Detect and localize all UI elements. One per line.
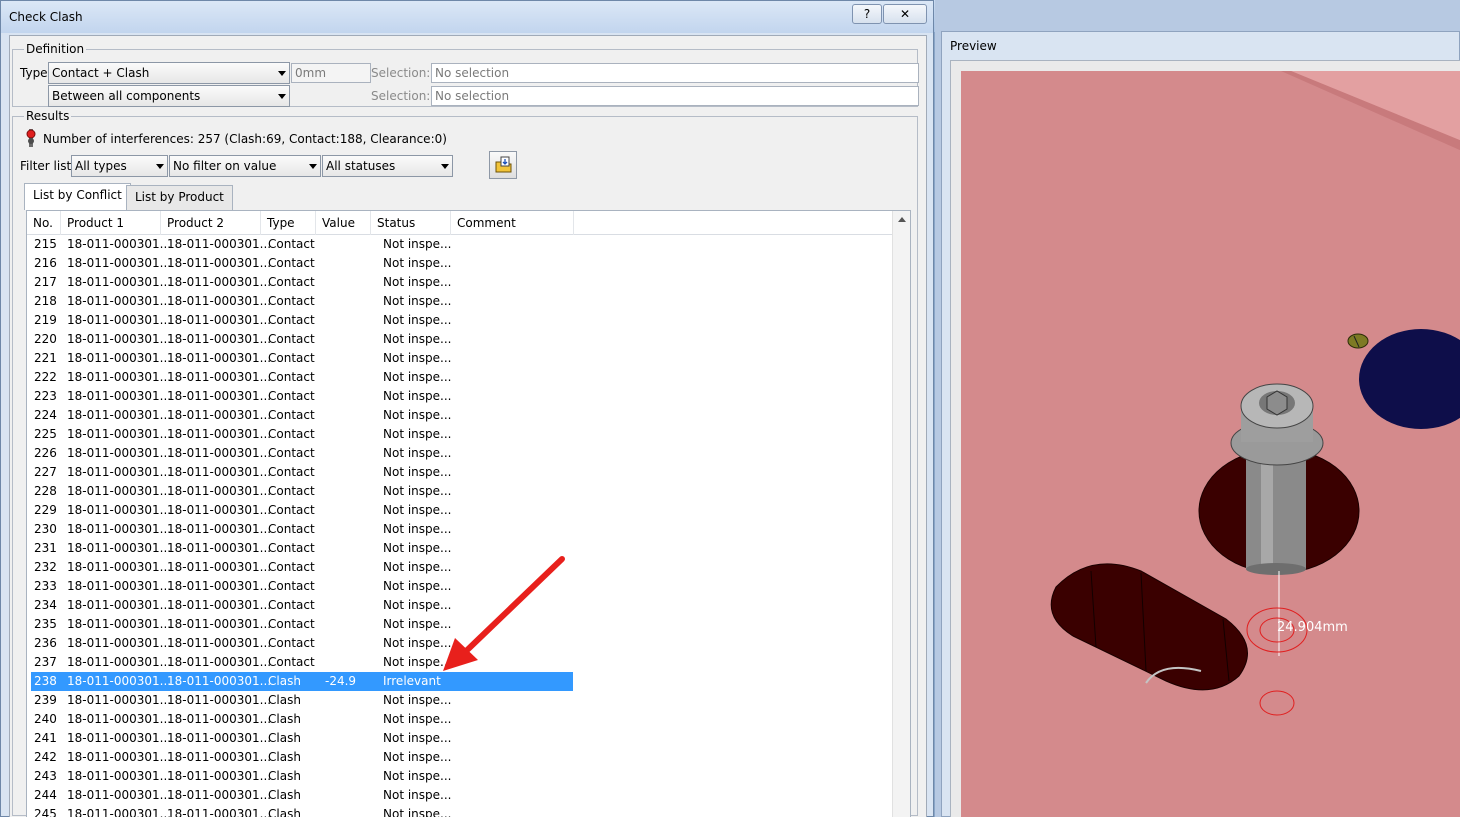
preview-viewport[interactable]: 24.904mm [950,60,1460,817]
preview-3d-model: 24.904mm [961,71,1460,817]
preview-title: Preview [950,39,997,53]
preview-panel: Preview 24.904mm [941,31,1460,817]
measurement-label: 24.904mm [1277,620,1348,635]
